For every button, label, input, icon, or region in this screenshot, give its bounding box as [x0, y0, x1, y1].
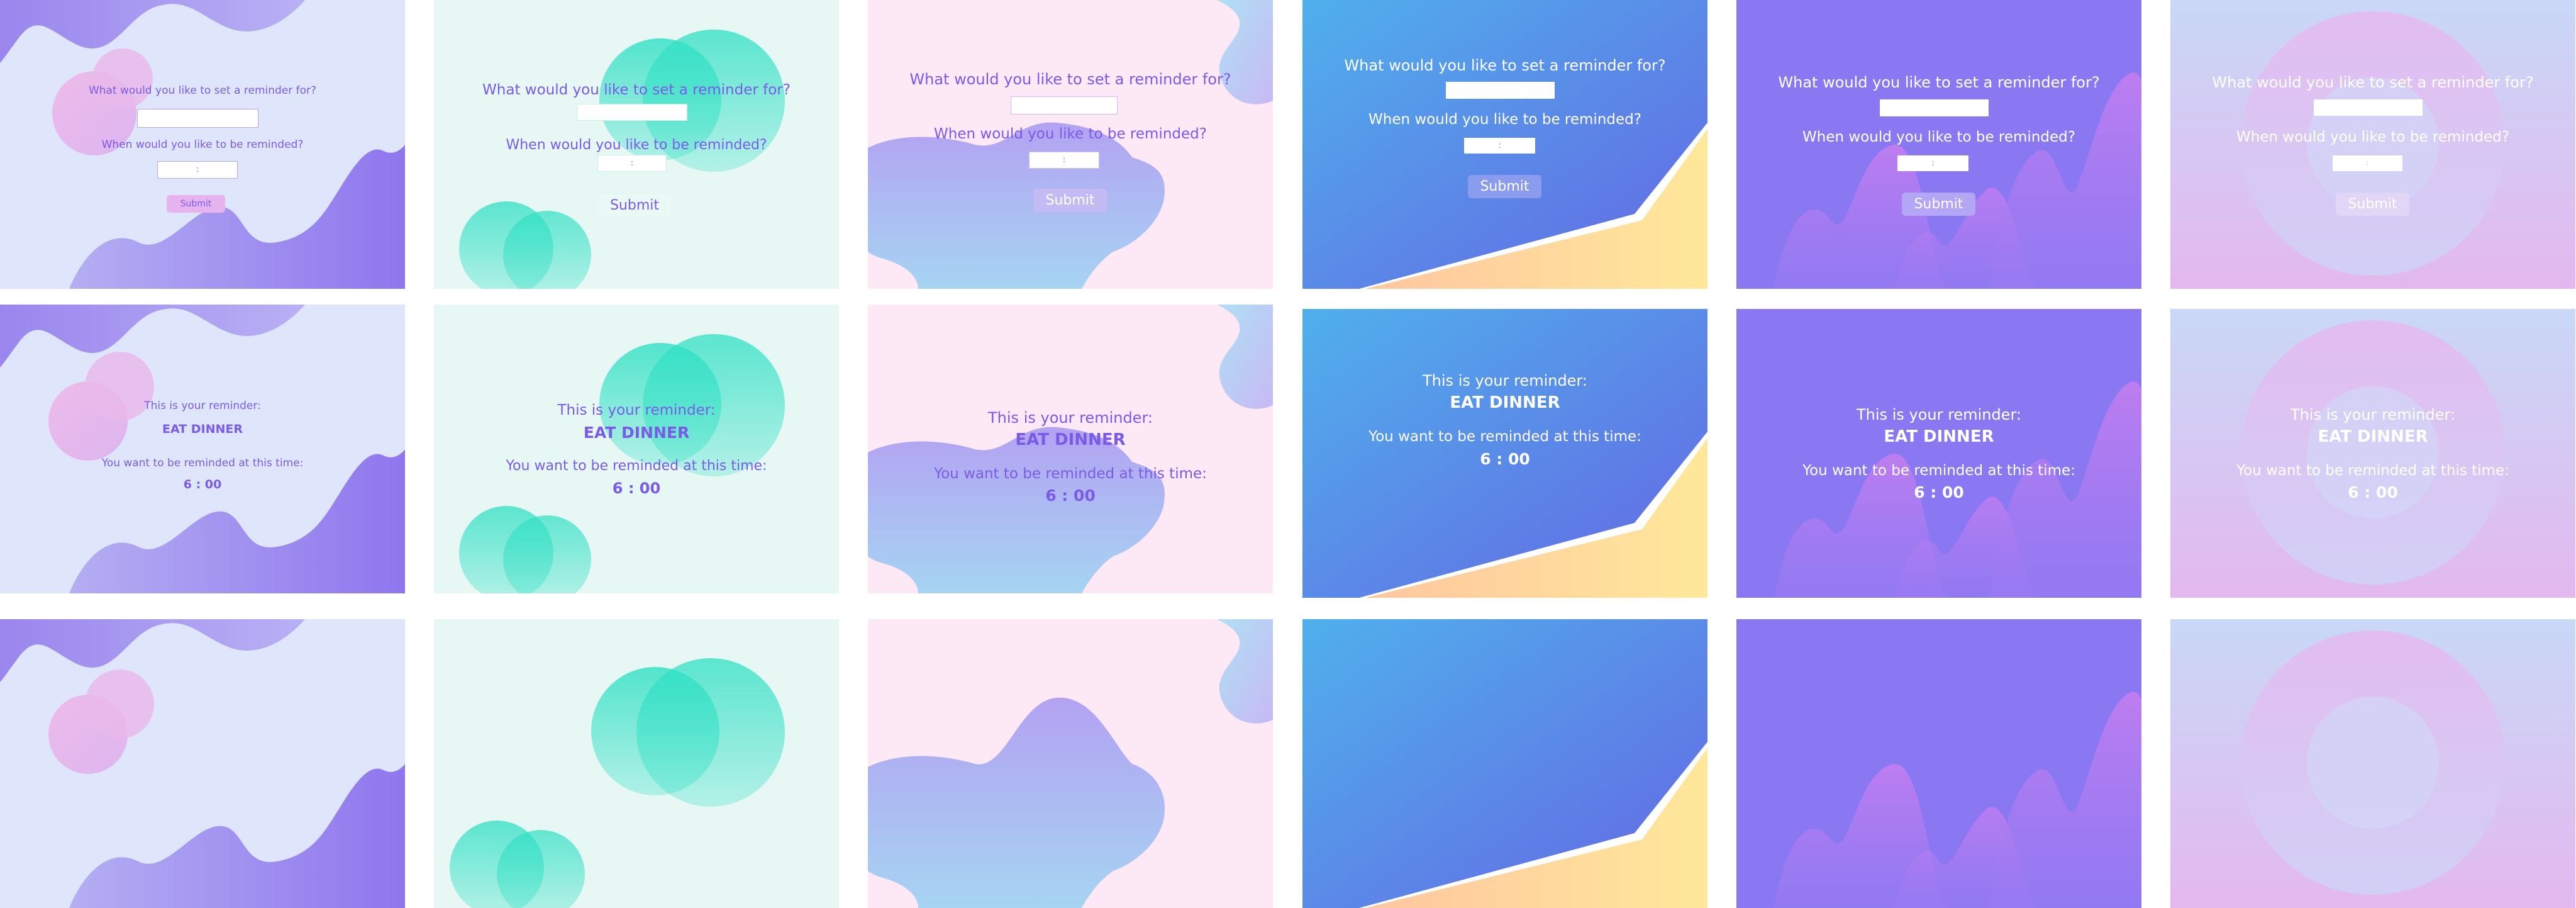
background-violet	[1736, 619, 2141, 908]
time-value: 6 : 00	[1480, 450, 1530, 468]
question-what: What would you like to set a reminder fo…	[1778, 74, 2100, 91]
time-input[interactable]: :	[1897, 155, 1968, 171]
time-intro: You want to be reminded at this time:	[101, 457, 304, 469]
result-screen-lavender: This is your reminder: EAT DINNER You wa…	[0, 305, 405, 593]
time-input[interactable]: :	[1464, 138, 1535, 154]
question-when: When would you like to be reminded?	[101, 138, 304, 151]
circle-background	[450, 658, 785, 908]
submit-button[interactable]: Submit	[1468, 175, 1541, 198]
submit-label: Submit	[180, 199, 212, 209]
form-screen-mint: What would you like to set a reminder fo…	[434, 0, 839, 289]
submit-button[interactable]: Submit	[1033, 189, 1107, 212]
submit-label: Submit	[1914, 196, 1963, 212]
time-separator: :	[1062, 155, 1066, 165]
background-mint	[434, 619, 839, 908]
result-screen-blue: This is your reminder: EAT DINNER You wa…	[1302, 309, 1707, 598]
reminder-text: EAT DINNER	[1015, 430, 1126, 449]
background-pink	[868, 619, 1273, 908]
result-screen-lilac: This is your reminder: EAT DINNER You wa…	[2170, 309, 2575, 598]
form-screen-blue: What would you like to set a reminder fo…	[1302, 0, 1707, 289]
reminder-intro: This is your reminder:	[557, 402, 716, 418]
question-when: When would you like to be reminded?	[506, 137, 767, 153]
wave-background	[0, 619, 405, 908]
reminder-input[interactable]	[1880, 99, 1989, 116]
time-input[interactable]: :	[2333, 155, 2402, 171]
question-when: When would you like to be reminded?	[934, 126, 1207, 142]
reminder-input[interactable]	[1446, 82, 1555, 99]
time-intro: You want to be reminded at this time:	[1368, 429, 1641, 445]
time-input[interactable]: :	[1029, 152, 1099, 169]
reminder-intro: This is your reminder:	[144, 400, 261, 412]
time-value: 6 : 00	[1045, 486, 1096, 505]
reminder-text: EAT DINNER	[162, 422, 243, 436]
reminder-text: EAT DINNER	[2318, 427, 2428, 446]
time-separator: :	[1498, 141, 1501, 150]
submit-button[interactable]: Submit	[599, 195, 670, 216]
time-intro: You want to be reminded at this time:	[1802, 462, 2075, 479]
submit-label: Submit	[1480, 179, 1530, 194]
form-screen-lavender: What would you like to set a reminder fo…	[0, 0, 405, 289]
reminder-intro: This is your reminder:	[1857, 406, 2021, 423]
time-value: 6 : 00	[2348, 483, 2398, 502]
time-separator: :	[196, 165, 199, 174]
reminder-text: EAT DINNER	[1884, 427, 1994, 446]
question-what: What would you like to set a reminder fo…	[482, 82, 791, 98]
question-what: What would you like to set a reminder fo…	[88, 84, 317, 97]
form-screen-lilac: What would you like to set a reminder fo…	[2170, 0, 2575, 289]
time-value: 6 : 00	[183, 478, 222, 491]
result-screen-mint: This is your reminder: EAT DINNER You wa…	[434, 305, 839, 593]
result-screen-violet: This is your reminder: EAT DINNER You wa…	[1736, 309, 2141, 598]
reminder-input[interactable]	[577, 104, 687, 121]
background-lavender	[0, 619, 405, 908]
result-screen-pink: This is your reminder: EAT DINNER You wa…	[868, 305, 1273, 593]
reminder-text: EAT DINNER	[1450, 393, 1560, 412]
donut-background	[2170, 619, 2575, 908]
time-intro: You want to be reminded at this time:	[2236, 462, 2509, 479]
question-when: When would you like to be reminded?	[2236, 129, 2509, 145]
submit-label: Submit	[1045, 193, 1095, 208]
submit-label: Submit	[2348, 196, 2397, 212]
question-when: When would you like to be reminded?	[1802, 129, 2075, 145]
hills-background	[1774, 692, 2141, 908]
background-blue	[1302, 619, 1707, 908]
time-intro: You want to be reminded at this time:	[934, 466, 1207, 482]
time-value: 6 : 00	[1914, 483, 1964, 502]
form-screen-pink: What would you like to set a reminder fo…	[868, 0, 1273, 289]
time-input[interactable]: :	[597, 155, 667, 172]
question-what: What would you like to set a reminder fo…	[2212, 74, 2534, 91]
submit-label: Submit	[609, 198, 660, 213]
time-value: 6 : 00	[612, 479, 661, 497]
reminder-intro: This is your reminder:	[1423, 372, 1587, 390]
ribbon-background	[1302, 619, 1707, 908]
time-input[interactable]: :	[157, 161, 238, 179]
reminder-intro: This is your reminder:	[988, 409, 1153, 427]
question-what: What would you like to set a reminder fo…	[1344, 57, 1666, 74]
reminder-input[interactable]	[137, 109, 258, 128]
reminder-intro: This is your reminder:	[2290, 406, 2455, 423]
background-lilac	[2170, 619, 2575, 908]
time-separator: :	[2366, 159, 2369, 168]
time-intro: You want to be reminded at this time:	[506, 458, 767, 474]
blob-background	[868, 619, 1273, 908]
form-screen-violet: What would you like to set a reminder fo…	[1736, 0, 2141, 289]
time-separator: :	[1931, 159, 1935, 168]
reminder-input[interactable]	[1011, 96, 1118, 115]
question-when: When would you like to be reminded?	[1368, 111, 1641, 128]
time-separator: :	[630, 159, 634, 168]
submit-button[interactable]: Submit	[1902, 193, 1975, 216]
submit-button[interactable]: Submit	[167, 195, 225, 213]
reminder-text: EAT DINNER	[583, 423, 690, 442]
reminder-input[interactable]	[2314, 99, 2423, 116]
submit-button[interactable]: Submit	[2336, 193, 2409, 216]
question-what: What would you like to set a reminder fo…	[909, 70, 1231, 88]
